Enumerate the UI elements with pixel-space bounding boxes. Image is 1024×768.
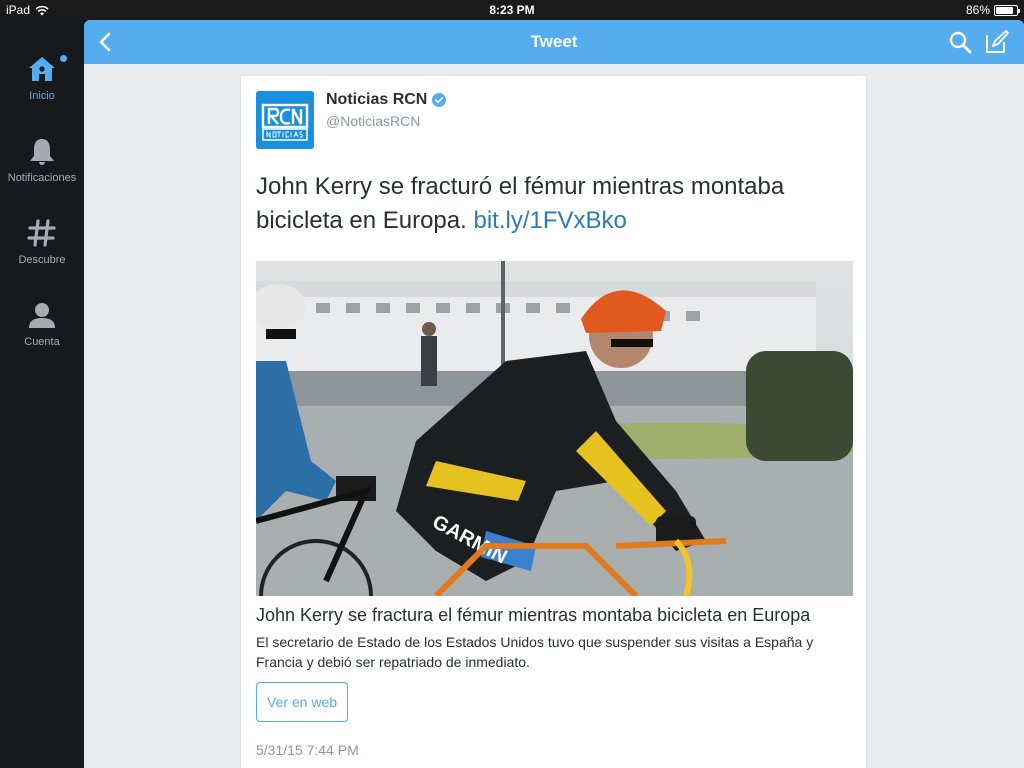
- status-bar: iPad 8:23 PM 86%: [0, 0, 1024, 20]
- status-time: 8:23 PM: [489, 3, 535, 17]
- sidebar-item-label: Cuenta: [24, 336, 60, 348]
- main-panel: Tweet Noticias RCN @NoticiasRCN John Ker…: [84, 20, 1024, 768]
- avatar[interactable]: [256, 91, 314, 149]
- sidebar: Inicio Notificaciones Descubre Cuenta: [0, 20, 84, 768]
- nav-bar: Tweet: [84, 20, 1024, 64]
- rcn-logo: [256, 91, 314, 149]
- bell-icon: [30, 139, 54, 165]
- battery-percent: 86%: [965, 3, 990, 17]
- sidebar-item-descubre[interactable]: Descubre: [0, 218, 84, 266]
- sidebar-item-label: Inicio: [29, 90, 55, 102]
- cyclists-photo: GARMIN: [256, 261, 853, 596]
- sidebar-item-inicio[interactable]: Inicio: [0, 54, 84, 102]
- tweet-photo[interactable]: GARMIN: [256, 261, 853, 596]
- person-icon: [29, 303, 55, 328]
- hashtag-icon: [27, 219, 56, 247]
- compose-icon[interactable]: [984, 29, 1010, 55]
- link-card-title[interactable]: John Kerry se fractura el fémur mientras…: [256, 605, 810, 626]
- new-content-dot: [60, 55, 67, 62]
- status-right: 86%: [965, 3, 1020, 17]
- author-name[interactable]: Noticias RCN: [326, 91, 447, 109]
- link-card-description: El secretario de Estado de los Estados U…: [256, 634, 814, 670]
- author-name-text: Noticias RCN: [326, 91, 428, 108]
- tweet-card: Noticias RCN @NoticiasRCN John Kerry se …: [240, 75, 867, 768]
- tweet-text: John Kerry se fracturó el fémur mientras…: [256, 170, 856, 238]
- sidebar-item-label: Descubre: [18, 254, 66, 266]
- author-handle: @NoticiasRCN: [326, 113, 421, 129]
- tweet-timestamp: 5/31/15 7:44 PM: [256, 742, 359, 758]
- page-title: Tweet: [530, 32, 578, 51]
- home-icon: [29, 57, 55, 81]
- battery-fill: [996, 6, 1014, 14]
- verified-badge-icon: [432, 93, 447, 107]
- sidebar-item-cuenta[interactable]: Cuenta: [0, 300, 84, 348]
- view-on-web-button[interactable]: Ver en web: [256, 682, 348, 722]
- sidebar-item-label: Notificaciones: [7, 172, 77, 184]
- sidebar-item-notificaciones[interactable]: Notificaciones: [0, 136, 84, 184]
- tweet-link[interactable]: bit.ly/1FVxBko: [473, 207, 626, 234]
- search-icon[interactable]: [948, 30, 972, 54]
- battery-icon: [994, 4, 1020, 16]
